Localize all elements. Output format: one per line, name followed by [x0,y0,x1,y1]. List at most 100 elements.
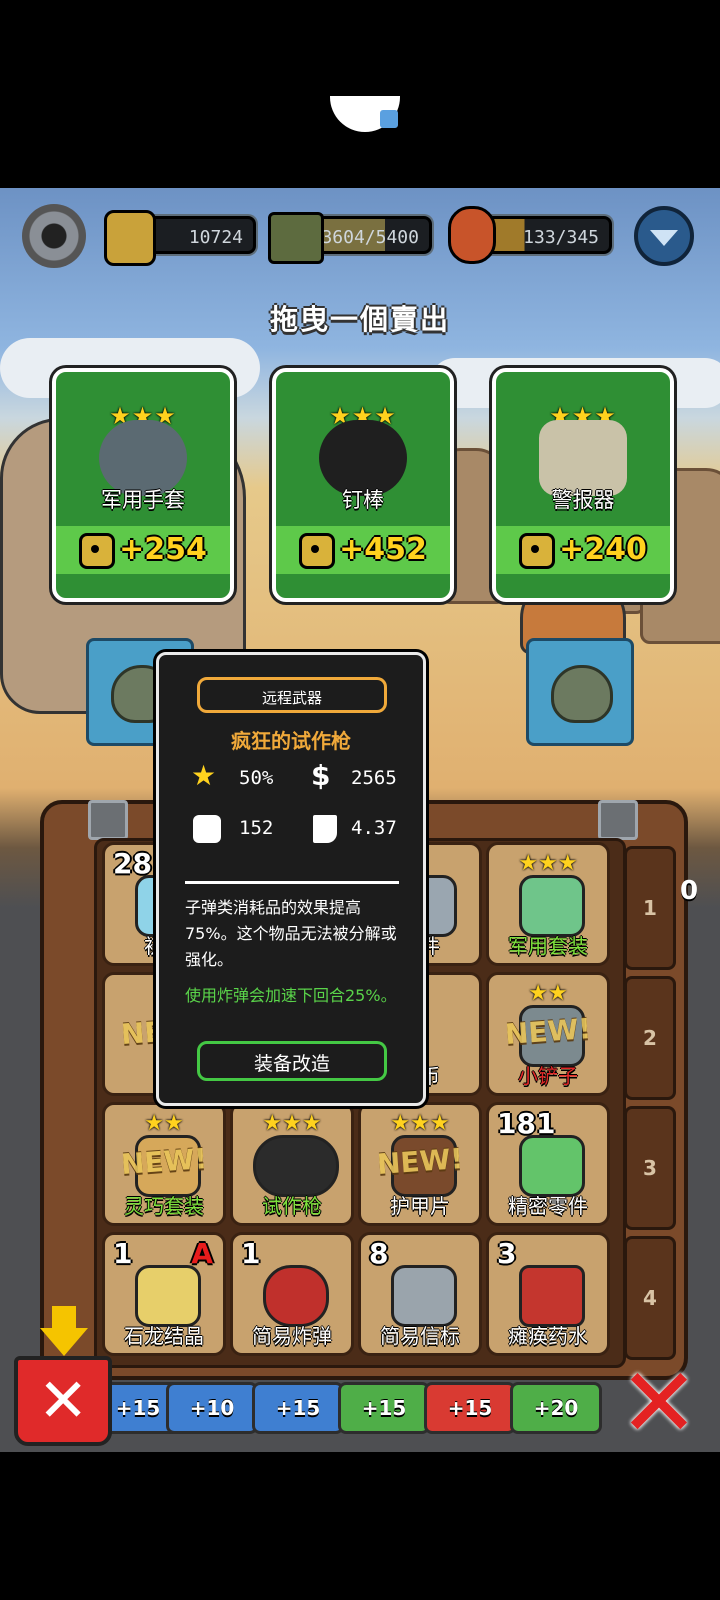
stat-power: 152 [239,817,274,839]
sell-price: +452 [276,526,450,574]
panel-latch [598,800,638,840]
item-title: 疯狂的试作枪 [231,729,351,753]
reward-chip: +10 [166,1382,258,1434]
down-arrow-icon [40,1328,88,1356]
inventory-slot[interactable]: ★★★ 试作枪 [230,1102,354,1226]
item-label: 军用套装 [508,934,588,958]
item-tooltip: 远程武器 疯狂的试作枪 ★ 50% $ 2565 152 4.37 子弹类消耗品… [156,652,426,1106]
chevron-down-icon [650,230,678,246]
inventory-slot[interactable]: ★★★ 军用套装 [486,842,610,966]
side-counter: 0 [680,876,699,906]
item-description: 子弹类消耗品的效果提高75%。这个物品无法被分解或强化。 [185,898,397,969]
reward-chip: +20 [510,1382,602,1434]
item-count: 1 [241,1237,261,1270]
item-bonus: 使用炸弹会加速下回合25%。 [185,986,397,1005]
item-name: 军用手套 [101,488,185,512]
item-label: 护甲片 [390,1194,450,1218]
rarity-stars: ★★★ [262,1111,322,1136]
item-count: 1 [113,1237,133,1270]
item-label: 小铲子 [518,1064,578,1088]
item-label: 灵巧套装 [124,1194,204,1218]
simple-bomb-icon [263,1265,329,1327]
stat-chance: 50% [239,767,274,789]
item-category: 远程武器 [197,677,387,713]
inventory-slot[interactable]: ★★ NEW! 灵巧套装 [102,1102,226,1226]
stat-price: 2565 [351,767,397,789]
item-name: 钉棒 [342,488,384,512]
divider [185,881,399,884]
inventory-row-tab-4[interactable]: 4 [624,1236,676,1360]
ammo-value: 3604/5400 [321,227,419,248]
inventory-slot[interactable]: ★★★ NEW! 护甲片 [358,1102,482,1226]
new-tag: NEW! [119,1142,209,1181]
new-tag: NEW! [375,1142,465,1181]
equipment-upgrade-button[interactable]: 装备改造 [197,1041,387,1081]
sell-price: +240 [496,526,670,574]
item-label: 试作枪 [262,1194,322,1218]
item-label: 简易炸弹 [252,1324,332,1348]
reward-chip: +15 [252,1382,344,1434]
sell-card-alarm[interactable]: ★★★ 警报器 +240 [492,368,674,602]
settings-gear-icon[interactable] [22,204,86,268]
sell-price: +254 [56,526,230,574]
inventory-slot[interactable]: 8 简易信标 [358,1232,482,1356]
fast-forward-icon [380,110,398,128]
new-tag: NEW! [503,1012,593,1051]
simple-beacon-icon [391,1265,457,1327]
inventory-slot[interactable]: 1 A 石龙结晶 [102,1232,226,1356]
gold-nut-icon [299,532,336,569]
prototype-gun-icon [253,1135,339,1197]
stat-speed: 4.37 [351,817,397,839]
rarity-stars: ★★★ [390,1111,450,1136]
x-mark-icon: ✕ [38,1366,89,1436]
item-count: 28 [113,847,152,880]
item-label: 石龙结晶 [124,1324,204,1348]
discard-bin-button[interactable]: ✕ [14,1356,112,1446]
inventory-slot[interactable]: ★★ NEW! 小铲子 [486,972,610,1096]
precision-parts-icon [519,1135,585,1197]
inventory-slot[interactable]: 1 简易炸弹 [230,1232,354,1356]
inventory-slot[interactable]: 3 瘫痪药水 [486,1232,610,1356]
gold-nut-icon [519,532,556,569]
military-suit-icon [519,875,585,937]
inventory-slot[interactable]: 181 精密零件 [486,1102,610,1226]
inventory-row-tab-1[interactable]: 1 [624,846,676,970]
gold-nut-icon [79,532,116,569]
item-label: 简易信标 [380,1324,460,1348]
drag-to-sell-hint: 拖曳一個賣出 [269,303,450,336]
rarity-stars: ★★ [528,981,568,1006]
menu-dropdown-button[interactable] [634,206,694,266]
item-count: 8 [369,1237,389,1270]
reward-chip: +15 [424,1382,516,1434]
paralysis-potion-icon [519,1265,585,1327]
panel-latch [88,800,128,840]
dollar-icon: $ [311,759,331,792]
gold-value: 10724 [188,227,243,248]
item-rank: A [191,1237,213,1270]
sell-card-gloves[interactable]: ★★★ 军用手套 +254 [52,368,234,602]
reward-chip: +15 [338,1382,430,1434]
loot-bag-slot[interactable] [526,638,634,746]
stone-dragon-crystal-icon [135,1265,201,1327]
star-icon: ★ [191,759,217,792]
gold-nut-icon [104,210,156,266]
item-label: 精密零件 [508,1194,588,1218]
inventory-row-tab-3[interactable]: 3 [624,1106,676,1230]
ammo-crate-icon [268,212,324,264]
rarity-stars: ★★ [144,1111,184,1136]
fist-icon [193,815,221,843]
sell-card-spiked-club[interactable]: ★★★ 钉棒 +452 [272,368,454,602]
item-count: 3 [497,1237,517,1270]
meat-icon [448,206,496,264]
item-count: 181 [497,1107,556,1140]
top-black-bar [0,0,720,188]
bottom-black-bar [0,1452,720,1600]
item-name: 警报器 [551,488,615,512]
rarity-stars: ★★★ [518,851,578,876]
close-button[interactable]: ✕ [616,1355,702,1451]
food-value: 133/345 [523,227,599,248]
loot-bag-icon [551,665,613,723]
item-label: 瘫痪药水 [508,1324,588,1348]
down-arrow-stem [52,1306,76,1330]
inventory-row-tab-2[interactable]: 2 [624,976,676,1100]
